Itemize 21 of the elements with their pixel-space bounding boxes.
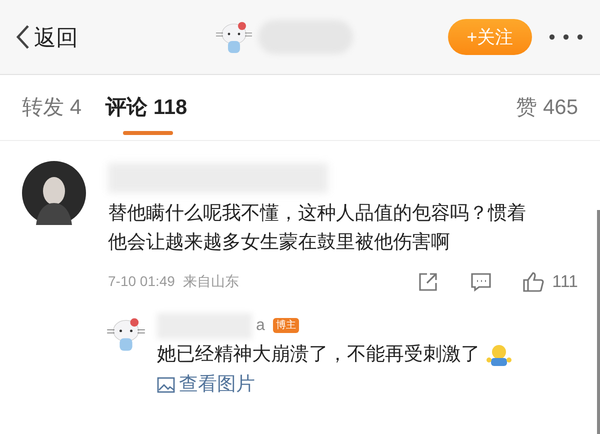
view-image-link[interactable]: 查看图片	[157, 371, 255, 400]
back-button[interactable]: 返回	[16, 20, 78, 54]
emoji-icon	[486, 342, 512, 367]
back-chevron-icon	[16, 24, 30, 50]
comment-text: 替他瞒什么呢我不懂，这种人品值的包容吗？惯着他会让越来越多女生蒙在鼓里被他伤害啊	[108, 202, 527, 255]
more-icon[interactable]	[548, 33, 584, 41]
reply-name: a	[256, 316, 265, 336]
tab[interactable]: 评论 118	[106, 75, 188, 140]
thumbs-up-icon[interactable]	[522, 270, 544, 293]
comment-source: 来自山东	[182, 272, 239, 292]
reply-text: 她已经精神大崩溃了，不能再受刺激了	[157, 342, 480, 366]
author-badge: 博主	[272, 318, 299, 333]
user-avatar	[22, 161, 86, 225]
likes-count[interactable]: 赞 465	[516, 92, 578, 124]
like-count: 111	[552, 271, 578, 293]
comment-time: 7-10 01:49	[108, 272, 175, 292]
tab[interactable]: 转发 4	[22, 75, 82, 140]
image-icon	[157, 377, 175, 394]
tab-indicator	[122, 131, 173, 135]
share-icon[interactable]	[418, 272, 438, 292]
comment-icon[interactable]	[470, 272, 492, 292]
